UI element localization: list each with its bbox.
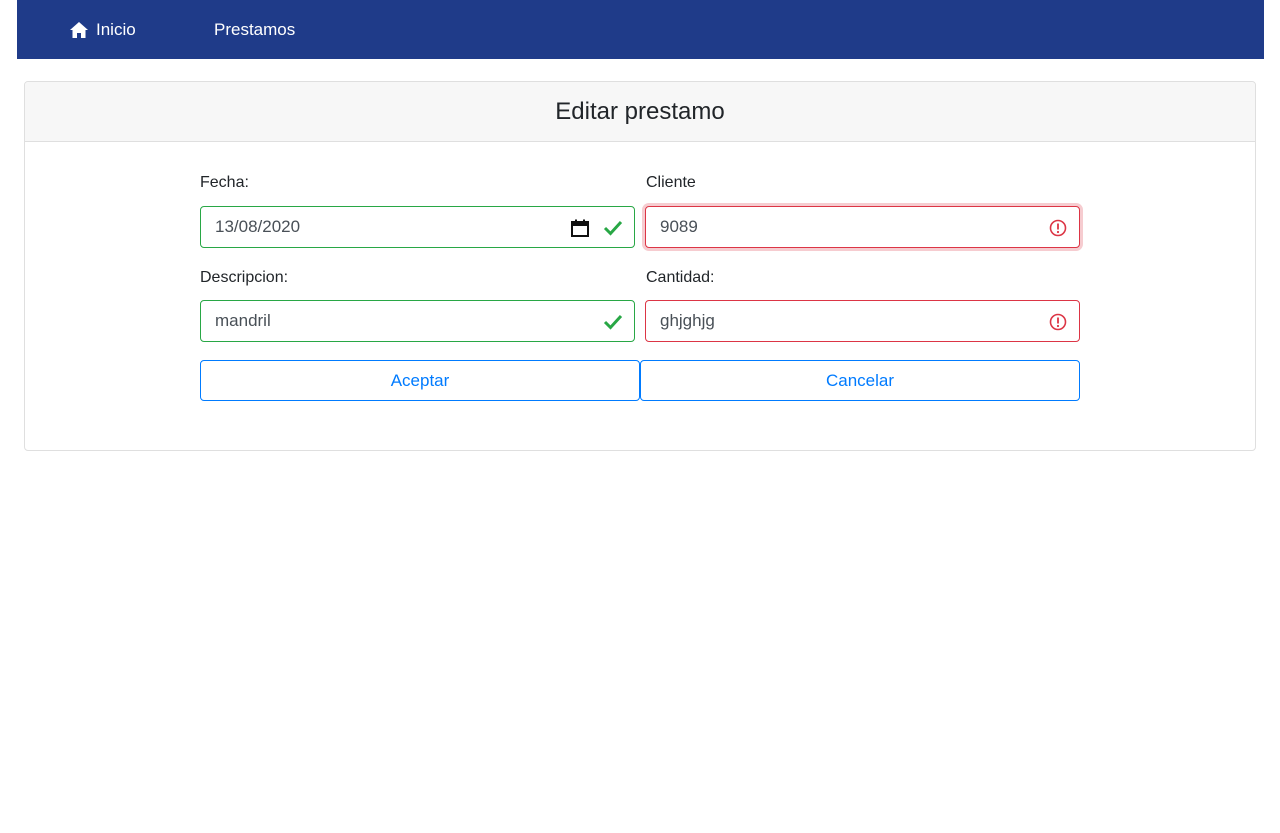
calendar-icon[interactable]	[570, 207, 590, 249]
card-header: Editar prestamo	[25, 82, 1255, 142]
valid-check-icon	[603, 301, 623, 343]
cantidad-value: ghjghjg	[660, 311, 715, 330]
descripcion-value: mandril	[215, 311, 271, 330]
error-alert-icon	[1049, 207, 1067, 249]
cantidad-label: Cantidad:	[646, 269, 715, 286]
aceptar-button[interactable]: Aceptar	[200, 360, 640, 401]
nav-home-label: Inicio	[96, 19, 136, 39]
cliente-label: Cliente	[646, 174, 696, 191]
cliente-value: 9089	[660, 217, 698, 236]
home-icon	[69, 21, 89, 39]
nav-prestamos-link[interactable]: Prestamos	[214, 0, 295, 59]
nav-home-link[interactable]: Inicio	[69, 0, 136, 59]
descripcion-label: Descripcion:	[200, 269, 289, 286]
cantidad-field[interactable]: ghjghjg	[645, 300, 1080, 342]
fecha-label: Fecha:	[200, 174, 249, 191]
cancelar-button[interactable]: Cancelar	[640, 360, 1080, 401]
page-title: Editar prestamo	[555, 97, 725, 125]
error-alert-icon	[1049, 301, 1067, 343]
top-navbar: Inicio Prestamos	[17, 0, 1264, 59]
descripcion-field[interactable]: mandril	[200, 300, 635, 342]
valid-check-icon	[603, 207, 623, 249]
cliente-field[interactable]: 9089	[645, 206, 1080, 248]
fecha-field[interactable]: 13/08/2020	[200, 206, 635, 248]
